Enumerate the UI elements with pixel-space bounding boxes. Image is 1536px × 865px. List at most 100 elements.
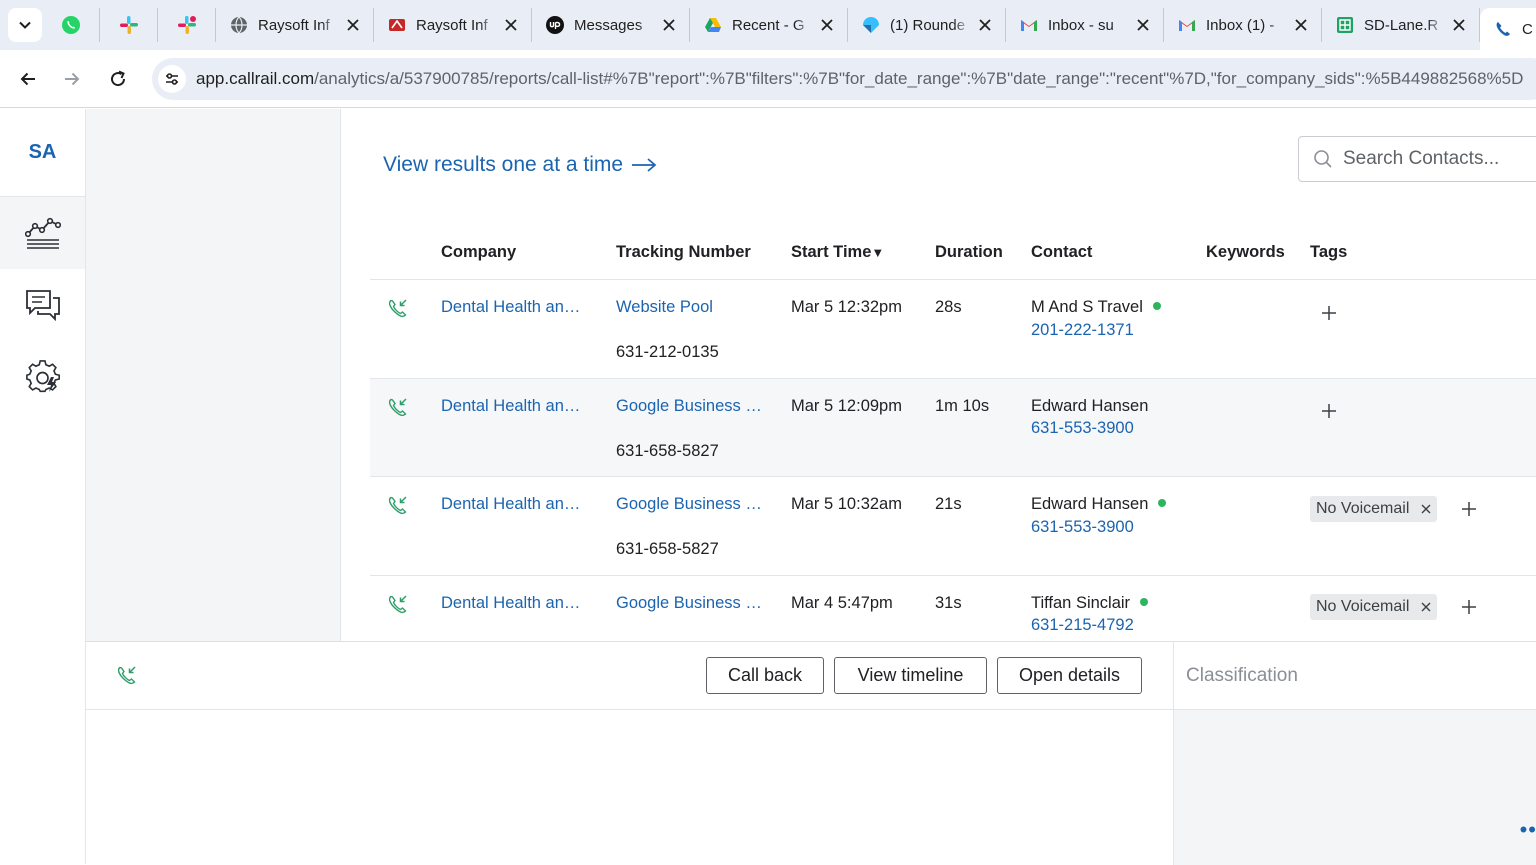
call-list-panel: View results one at a time Company Track…	[341, 109, 1536, 641]
upwork-icon	[546, 16, 564, 34]
tab-title: Inbox (1) -	[1206, 16, 1275, 34]
contact-phone-link[interactable]: 631-215-4792	[1031, 616, 1134, 635]
tracking-number: 631-658-5827	[616, 441, 719, 460]
tab-title: Inbox - su	[1048, 16, 1114, 34]
start-time: Mar 5 10:32am	[791, 495, 902, 513]
column-header-keywords[interactable]: Keywords	[1206, 243, 1285, 262]
raysoft-icon	[389, 19, 405, 31]
browser-tab-active[interactable]: C	[1480, 8, 1536, 50]
column-header-duration[interactable]: Duration	[935, 243, 1003, 262]
company-link[interactable]: Dental Health an…	[441, 397, 580, 416]
classification-heading: Classification	[1174, 642, 1536, 710]
table-row[interactable]: Dental Health an… Google Business … 631-…	[370, 378, 1536, 477]
tracking-number: 631-212-0135	[616, 343, 719, 361]
column-header-tracking-number[interactable]: Tracking Number	[616, 243, 751, 262]
company-link[interactable]: Dental Health an…	[441, 594, 580, 613]
analytics-icon	[24, 217, 61, 249]
close-icon[interactable]	[1451, 17, 1467, 33]
close-icon[interactable]	[1293, 17, 1309, 33]
avatar[interactable]: SA	[0, 109, 85, 197]
column-header-tags[interactable]: Tags	[1310, 243, 1347, 262]
table-row[interactable]: Dental Health an… Google Business … 631-…	[370, 477, 1536, 576]
view-timeline-button[interactable]: View timeline	[834, 657, 987, 694]
close-icon[interactable]	[503, 17, 519, 33]
column-header-start-time[interactable]: Start Time▼	[791, 243, 884, 262]
inbound-call-icon	[388, 496, 407, 515]
browser-tab[interactable]: SD-Lane.R	[1322, 8, 1480, 42]
call-detail-panel: Call back View timeline Open details Cla…	[86, 641, 1536, 865]
browser-tab[interactable]: Messages	[532, 8, 690, 42]
close-icon[interactable]	[977, 17, 993, 33]
open-details-button[interactable]: Open details	[997, 657, 1142, 694]
app-rail: SA	[0, 109, 86, 864]
add-tag-icon[interactable]	[1460, 500, 1478, 518]
inbound-call-icon	[388, 299, 407, 318]
arrow-right-icon	[65, 72, 80, 85]
column-header-contact[interactable]: Contact	[1031, 243, 1092, 262]
contact-name[interactable]: Tiffan Sinclair	[1031, 594, 1149, 613]
contact-name[interactable]: Edward Hansen	[1031, 397, 1148, 416]
tab-whatsapp[interactable]	[42, 8, 100, 42]
rail-item-conversations[interactable]	[0, 269, 85, 341]
forward-button[interactable]	[58, 65, 86, 93]
whatsapp-icon	[61, 16, 80, 34]
close-icon[interactable]	[819, 17, 835, 33]
close-icon	[1421, 504, 1431, 514]
company-link[interactable]: Dental Health an…	[441, 298, 580, 317]
table-row[interactable]: Dental Health an… Google Business … Mar …	[370, 576, 1536, 642]
secondary-sidebar	[86, 109, 341, 641]
duration: 31s	[935, 593, 962, 612]
more-options-icon[interactable]: ••	[1520, 817, 1536, 843]
tag-label: No Voicemail	[1316, 500, 1410, 517]
tab-slack-2[interactable]	[158, 8, 216, 42]
tracking-source-link[interactable]: Website Pool	[616, 298, 713, 317]
tab-search-button[interactable]	[8, 8, 42, 42]
close-icon[interactable]	[1135, 17, 1151, 33]
browser-tab[interactable]: Recent - G	[690, 8, 848, 42]
tracking-source-link[interactable]: Google Business …	[616, 594, 762, 613]
remove-tag-button[interactable]	[1421, 504, 1431, 514]
contact-phone-link[interactable]: 631-553-3900	[1031, 518, 1134, 537]
address-bar[interactable]: app.callrail.com/analytics/a/537900785/r…	[152, 58, 1536, 100]
view-results-one-at-a-time-link[interactable]: View results one at a time	[383, 153, 657, 177]
roundcube-icon	[863, 17, 879, 33]
browser-tab[interactable]: (1) Rounde	[848, 8, 1006, 42]
browser-tab[interactable]: Inbox - su	[1006, 8, 1164, 42]
reload-button[interactable]	[104, 65, 132, 93]
contact-name[interactable]: Edward Hansen	[1031, 495, 1167, 514]
close-icon[interactable]	[345, 17, 361, 33]
contact-name[interactable]: M And S Travel	[1031, 298, 1161, 317]
call-back-button[interactable]: Call back	[706, 657, 824, 694]
contact-name-text: M And S Travel	[1031, 298, 1143, 316]
arrow-right-icon	[632, 158, 657, 172]
add-tag-icon[interactable]	[1320, 402, 1338, 420]
contact-phone-link[interactable]: 201-222-1371	[1031, 321, 1134, 340]
company-link[interactable]: Dental Health an…	[441, 495, 580, 514]
table-row[interactable]: Dental Health an… Website Pool 631-212-0…	[370, 280, 1536, 379]
browser-tab[interactable]: Raysoft Inf	[374, 8, 532, 42]
rail-item-analytics[interactable]	[0, 197, 85, 269]
contact-phone-link[interactable]: 631-553-3900	[1031, 419, 1134, 438]
call-detail-toolbar: Call back View timeline Open details	[86, 642, 1173, 710]
add-tag-icon[interactable]	[1320, 304, 1338, 322]
duration: 1m 10s	[935, 396, 990, 415]
drive-icon	[705, 18, 721, 32]
tab-title: (1) Rounde	[890, 16, 966, 34]
search-contacts-box	[1298, 136, 1536, 182]
slack-icon	[177, 16, 196, 34]
back-button[interactable]	[14, 65, 42, 93]
callrail-icon	[1496, 22, 1510, 36]
column-header-company[interactable]: Company	[441, 243, 516, 262]
tracking-number: 631-658-5827	[616, 540, 719, 558]
browser-tab[interactable]: Raysoft Inf	[216, 8, 374, 42]
tracking-source-link[interactable]: Google Business …	[616, 397, 762, 416]
close-icon[interactable]	[661, 17, 677, 33]
browser-tab[interactable]: Inbox (1) -	[1164, 8, 1322, 42]
remove-tag-button[interactable]	[1421, 602, 1431, 612]
tab-slack-1[interactable]	[100, 8, 158, 42]
search-contacts-input[interactable]	[1343, 148, 1536, 170]
tracking-source-link[interactable]: Google Business …	[616, 495, 762, 514]
site-info-button[interactable]	[158, 65, 186, 93]
rail-item-settings[interactable]	[0, 341, 85, 413]
add-tag-icon[interactable]	[1460, 598, 1478, 616]
